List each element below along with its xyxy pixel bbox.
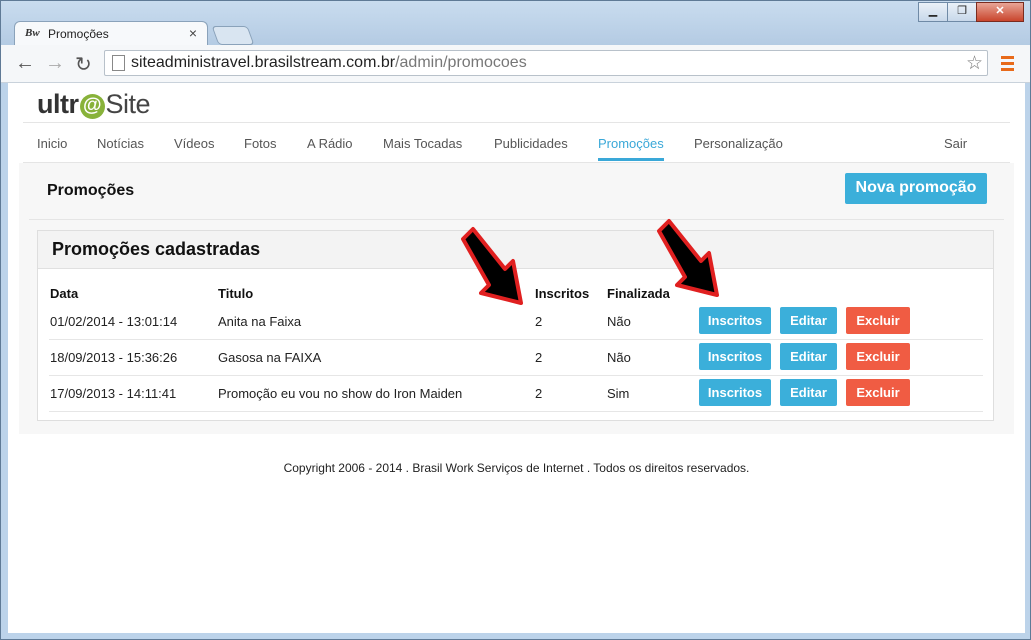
cell-date: 01/02/2014 - 13:01:14 xyxy=(50,314,178,329)
nav-item-radio[interactable]: A Rádio xyxy=(307,136,353,151)
delete-button[interactable]: Excluir xyxy=(846,307,910,334)
cell-title: Anita na Faixa xyxy=(218,314,302,329)
cell-finished: Sim xyxy=(607,386,630,401)
browser-window: Bw Promoções × ▁ ❐ ✕ ← → ↻ siteadministr… xyxy=(0,0,1031,640)
minimize-button[interactable]: ▁ xyxy=(918,2,948,22)
bookmark-star-icon[interactable]: ☆ xyxy=(966,52,983,75)
url-text: siteadministravel.brasilstream.com.br/ad… xyxy=(131,54,527,71)
table-row: 18/09/2013 - 15:36:26 Gasosa na FAIXA 2 … xyxy=(49,339,983,376)
column-header-subscribers: Inscritos xyxy=(535,286,590,301)
browser-tab[interactable]: Bw Promoções × xyxy=(14,21,208,45)
nav-item-promocoes[interactable]: Promoções xyxy=(598,136,664,151)
title-bar: Bw Promoções × ▁ ❐ ✕ xyxy=(1,1,1030,45)
column-header-title: Titulo xyxy=(218,286,254,301)
tab-title: Promoções xyxy=(48,27,109,41)
footer-copyright: Copyright 2006 - 2014 . Brasil Work Serv… xyxy=(283,461,750,475)
annotation-arrow-icon xyxy=(657,219,719,297)
nav-item-publicidades[interactable]: Publicidades xyxy=(494,136,568,151)
annotation-arrow-icon xyxy=(461,227,523,305)
nav-item-personalizacao[interactable]: Personalização xyxy=(694,136,783,151)
nav-item-fotos[interactable]: Fotos xyxy=(244,136,277,151)
table-row: 01/02/2014 - 13:01:14 Anita na Faixa 2 N… xyxy=(49,303,983,340)
close-window-button[interactable]: ✕ xyxy=(976,2,1024,22)
cell-title: Promoção eu vou no show do Iron Maiden xyxy=(218,386,463,401)
divider xyxy=(23,122,1010,123)
cell-finished: Não xyxy=(607,314,631,329)
cell-date: 17/09/2013 - 14:11:41 xyxy=(50,386,177,401)
nav-item-videos[interactable]: Vídeos xyxy=(174,136,214,151)
page-content: ultr @ Site Inicio Notícias Vídeos Fotos A… xyxy=(8,83,1025,633)
nav-item-mais-tocadas[interactable]: Mais Tocadas xyxy=(383,136,462,151)
cell-subscribers: 2 xyxy=(535,314,543,329)
site-logo[interactable]: ultr @ Site xyxy=(37,89,151,120)
page-icon xyxy=(112,55,125,71)
window-controls: ▁ ❐ ✕ xyxy=(918,2,1024,22)
subscribers-button[interactable]: Inscritos xyxy=(699,379,771,406)
menu-icon[interactable] xyxy=(1001,56,1014,74)
nav-item-noticias[interactable]: Notícias xyxy=(97,136,144,151)
favicon-icon: Bw xyxy=(25,27,40,39)
browser-toolbar: ← → ↻ siteadministravel.brasilstream.com… xyxy=(1,45,1030,83)
cell-date: 18/09/2013 - 15:36:26 xyxy=(50,350,178,365)
divider xyxy=(29,219,1004,220)
new-tab-button[interactable] xyxy=(211,26,255,45)
delete-button[interactable]: Excluir xyxy=(846,343,910,370)
cell-subscribers: 2 xyxy=(535,386,543,401)
page-title: Promoções xyxy=(47,182,135,199)
logout-link[interactable]: Sair xyxy=(944,136,967,151)
delete-button[interactable]: Excluir xyxy=(846,379,910,406)
edit-button[interactable]: Editar xyxy=(780,307,837,334)
subscribers-button[interactable]: Inscritos xyxy=(699,307,771,334)
table-row: 17/09/2013 - 14:11:41 Promoção eu vou no… xyxy=(49,375,983,412)
new-promotion-button[interactable]: Nova promoção xyxy=(845,173,987,204)
back-arrow-icon[interactable]: ← xyxy=(15,52,35,75)
maximize-button[interactable]: ❐ xyxy=(947,2,977,22)
cell-subscribers: 2 xyxy=(535,350,543,365)
edit-button[interactable]: Editar xyxy=(780,343,837,370)
tab-close-icon[interactable]: × xyxy=(189,25,197,41)
forward-arrow-icon[interactable]: → xyxy=(45,52,65,75)
box-title: Promoções cadastradas xyxy=(52,239,261,259)
address-bar[interactable]: siteadministravel.brasilstream.com.br/ad… xyxy=(104,50,988,76)
column-header-date: Data xyxy=(50,286,79,301)
nav-item-inicio[interactable]: Inicio xyxy=(37,136,67,151)
active-tab-indicator xyxy=(598,158,664,161)
edit-button[interactable]: Editar xyxy=(780,379,837,406)
cell-title: Gasosa na FAIXA xyxy=(218,350,322,365)
subscribers-button[interactable]: Inscritos xyxy=(699,343,771,370)
cell-finished: Não xyxy=(607,350,631,365)
reload-icon[interactable]: ↻ xyxy=(75,52,92,77)
